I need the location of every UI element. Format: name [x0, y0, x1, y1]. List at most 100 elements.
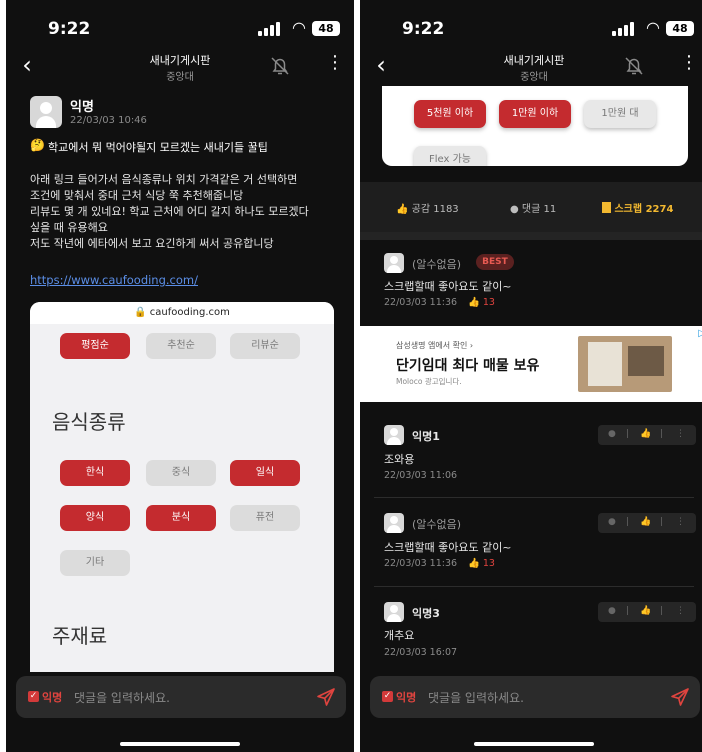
more-menu-icon[interactable]: ⋮ [680, 52, 698, 73]
price-chip[interactable]: 5천원 이하 [414, 100, 486, 128]
preview-url-bar: 🔒 caufooding.com [30, 302, 334, 324]
bell-off-icon[interactable] [268, 54, 292, 78]
thumbs-up-icon: 👍 [468, 558, 480, 569]
post-actions: 👍 공감 1183 ● 댓글 11 스크랩 2274 [360, 182, 702, 232]
comment-button[interactable]: ● 댓글 11 [510, 200, 556, 215]
bell-off-icon[interactable] [622, 54, 646, 78]
food-chip[interactable]: 일식 [230, 460, 300, 486]
food-chip[interactable]: 퓨전 [230, 505, 300, 531]
status-time: 9:22 [48, 19, 91, 39]
reply-icon[interactable]: ● [608, 517, 616, 527]
nav-bar: ‹ 새내기게시판 중앙대 ⋮ [6, 46, 354, 88]
avatar [384, 602, 404, 622]
ad-headline: 단기임대 최다 매물 보유 [396, 358, 540, 374]
ad-image [578, 336, 672, 392]
food-chip[interactable]: 양식 [60, 505, 130, 531]
status-time: 9:22 [402, 19, 445, 39]
ad-disclosure: Moloco 광고입니다. [396, 377, 462, 386]
avatar [384, 425, 404, 445]
post-link[interactable]: https://www.caufooding.com/ [30, 273, 198, 287]
anon-checkbox[interactable]: ✓ [382, 691, 393, 702]
comment-likes: 👍 13 [468, 297, 495, 308]
best-badge: BEST [476, 254, 514, 270]
battery-icon: 48 [312, 21, 340, 36]
comment-text: 개추요 [384, 629, 415, 642]
section-ingredient: 주재료 [52, 624, 108, 648]
more-icon[interactable]: ⋮ [676, 517, 685, 527]
thumbs-up-icon[interactable]: 👍 [640, 429, 651, 439]
comment-count: 댓글 11 [521, 204, 557, 215]
comment-author: 익명1 [412, 430, 440, 443]
preview-url: caufooding.com [149, 307, 230, 318]
sort-chip[interactable]: 리뷰순 [230, 333, 300, 359]
post-screen: 9:22 ◠ 48 ‹ 새내기게시판 중앙대 ⋮ 익명 22/03/03 10:… [6, 0, 354, 752]
post-body-line: 리뷰도 몇 개 있네요! 학교 근처에 어디 갈지 하나도 모르겠다 [30, 205, 309, 218]
post-body-line: 아래 링크 들어가서 음식종류나 위치 가격같은 거 선택하면 [30, 173, 298, 186]
board-subtitle: 중앙대 [520, 72, 548, 83]
comment-action-pill[interactable]: ● | 👍 | ⋮ [598, 513, 696, 533]
comment-author: 익명3 [412, 607, 440, 620]
divider [374, 497, 694, 498]
wifi-icon: ◠ [292, 18, 306, 37]
post-author: 익명 [70, 100, 94, 115]
post-date: 22/03/03 10:46 [70, 115, 147, 126]
anon-checkbox[interactable]: ✓ [28, 691, 39, 702]
lock-icon: 🔒 [134, 307, 147, 318]
thumbs-up-icon[interactable]: 👍 [640, 517, 651, 527]
thumbs-up-icon[interactable]: 👍 [640, 606, 651, 616]
send-icon[interactable] [316, 687, 336, 707]
post-body-line: 싶을 때 유용해요 [30, 221, 108, 234]
comment-date: 22/03/03 11:36 [384, 297, 458, 308]
reply-icon[interactable]: ● [608, 606, 616, 616]
section-food-type: 음식종류 [52, 410, 126, 434]
like-count: 공감 1183 [411, 204, 459, 215]
avatar [384, 513, 404, 533]
like-button[interactable]: 👍 공감 1183 [396, 200, 459, 215]
food-chip[interactable]: 한식 [60, 460, 130, 486]
anon-label[interactable]: 익명 [396, 689, 416, 705]
board-title: 새내기게시판 [149, 54, 211, 67]
comment-action-pill[interactable]: ● | 👍 | ⋮ [598, 425, 696, 445]
comment-text: 스크랩할때 좋아요도 같이~ [384, 280, 512, 293]
more-icon[interactable]: ⋮ [676, 606, 685, 616]
scrap-count: 스크랩 2274 [614, 204, 674, 215]
comment-input[interactable]: 댓글을 입력하세요. [428, 689, 524, 706]
sort-chip[interactable]: 평점순 [60, 333, 130, 359]
price-chip[interactable]: 1만원 이하 [499, 100, 571, 128]
wifi-icon: ◠ [646, 18, 660, 37]
nav-bar: ‹ 새내기게시판 중앙대 ⋮ [360, 46, 702, 88]
bookmark-icon [602, 202, 611, 213]
price-chip[interactable]: Flex 가능 [414, 146, 486, 166]
post-body-line: 조건에 맞춰서 중대 근처 식당 쭉 추천해줍니당 [30, 189, 244, 202]
ad-choices-icon[interactable]: ▷ [698, 328, 702, 339]
food-chip[interactable]: 중식 [146, 460, 216, 486]
reply-icon[interactable]: ● [608, 429, 616, 439]
comment-likes: 👍 13 [468, 558, 495, 569]
comment-input[interactable]: 댓글을 입력하세요. [74, 689, 170, 706]
comment-action-pill[interactable]: ● | 👍 | ⋮ [598, 602, 696, 622]
signal-icon [612, 22, 634, 36]
divider [374, 586, 694, 587]
home-indicator [474, 742, 594, 746]
link-preview[interactable]: 5천원 이하 1만원 이하 1만원 대 Flex 가능 [382, 86, 688, 166]
comment-author: (알수없음) [412, 518, 462, 531]
avatar [384, 253, 404, 273]
send-icon[interactable] [670, 687, 690, 707]
scrap-button[interactable]: 스크랩 2274 [602, 200, 673, 215]
sort-chip[interactable]: 추천순 [146, 333, 216, 359]
thinking-emoji: 🤔 [30, 138, 45, 152]
home-indicator [120, 742, 240, 746]
comment-text: 스크랩할때 좋아요도 같이~ [384, 541, 512, 554]
battery-icon: 48 [666, 21, 694, 36]
link-preview[interactable]: 🔒 caufooding.com 평점순 추천순 리뷰순 음식종류 한식 중식 … [30, 302, 334, 672]
food-chip[interactable]: 기타 [60, 550, 130, 576]
post-body-line: 저도 작년에 에타에서 보고 요긴하게 써서 공유합니당 [30, 237, 274, 250]
more-menu-icon[interactable]: ⋮ [326, 52, 344, 73]
comment-date: 22/03/03 16:07 [384, 647, 458, 658]
ad-banner[interactable]: 삼성생명 앱에서 확인 › 단기임대 최다 매물 보유 Moloco 광고입니다… [360, 326, 702, 402]
more-icon[interactable]: ⋮ [676, 429, 685, 439]
food-chip[interactable]: 분식 [146, 505, 216, 531]
thumbs-up-icon: 👍 [468, 297, 480, 308]
anon-label[interactable]: 익명 [42, 689, 62, 705]
price-chip[interactable]: 1만원 대 [584, 100, 656, 128]
